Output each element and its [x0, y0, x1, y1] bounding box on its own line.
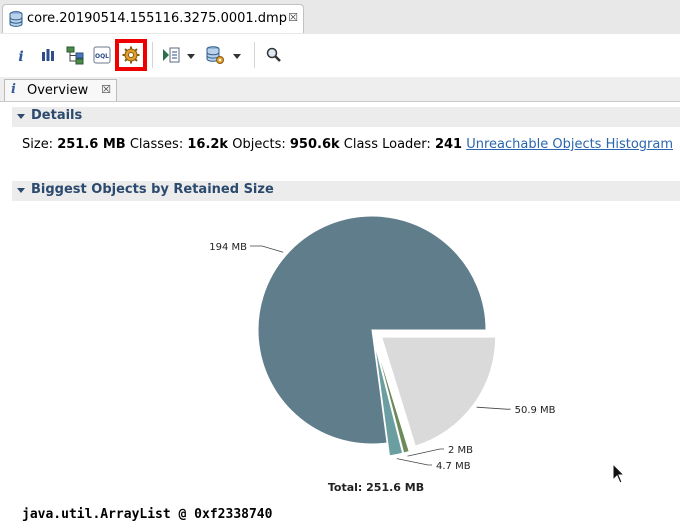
biggest-objects-title: Biggest Objects by Retained Size — [31, 182, 274, 197]
query-browser-dropdown-chevron-down-icon[interactable] — [232, 52, 242, 60]
heap-dump-database-icon — [9, 11, 23, 27]
svg-text:OQL: OQL — [95, 53, 109, 60]
dominator-tree-button[interactable] — [64, 44, 86, 66]
toolbar-separator — [152, 42, 153, 68]
tab-overview[interactable]: i Overview ☒ — [4, 79, 117, 101]
close-icon[interactable]: ☒ — [100, 84, 112, 96]
pie-slice-label-3: 4.7 MB — [436, 461, 471, 472]
retained-size-pie-chart: 194 MB 50.9 MB 2 MB 4.7 MB Total: 251.6 MB — [209, 215, 556, 494]
pie-leader-line-1 — [476, 406, 511, 410]
pie-slice-label-1: 50.9 MB — [515, 405, 556, 416]
unreachable-objects-histogram-link[interactable]: Unreachable Objects Histogram — [466, 137, 673, 152]
pie-leader-line-0 — [250, 245, 284, 253]
size-label: Size: — [22, 137, 54, 152]
biggest-objects-section-header[interactable]: Biggest Objects by Retained Size — [12, 181, 680, 201]
mouse-pointer-icon — [612, 463, 626, 484]
svg-text:i: i — [18, 49, 23, 65]
search-button[interactable] — [263, 44, 285, 66]
gear-cog-icon — [122, 46, 140, 64]
class-loader-value: 241 — [434, 137, 463, 152]
collapse-triangle-icon[interactable] — [17, 188, 25, 193]
details-section-header[interactable]: Details — [12, 107, 680, 127]
editor-tab-bar: core.20190514.155116.3275.0001.dmp ☒ — [0, 0, 680, 35]
classes-value: 16.2k — [187, 137, 229, 152]
heap-dump-toolbar: i OQL — [0, 34, 680, 76]
reports-button[interactable] — [160, 44, 182, 66]
oql-icon: OQL — [93, 46, 111, 64]
report-icon — [163, 47, 180, 63]
pie-leader-line-3 — [396, 458, 432, 466]
toolbar-separator — [254, 42, 255, 68]
objects-value: 950.6k — [289, 137, 340, 152]
class-loader-label: Class Loader: — [343, 137, 431, 152]
view-tab-bar: i Overview ☒ — [0, 77, 680, 102]
query-browser-button[interactable] — [204, 44, 226, 66]
bar-chart-icon — [42, 49, 54, 61]
editor-tab-title: core.20190514.155116.3275.0001.dmp — [27, 11, 287, 26]
info-icon: i — [11, 82, 16, 97]
pie-slice-label-0: 194 MB — [209, 242, 247, 253]
database-gear-icon — [206, 46, 224, 64]
objects-label: Objects: — [232, 137, 286, 152]
pie-slice-label-2: 2 MB — [448, 445, 473, 456]
size-value: 251.6 MB — [57, 137, 126, 152]
selected-object-label: java.util.ArrayList @ 0xf2338740 — [22, 507, 273, 522]
collapse-triangle-icon[interactable] — [17, 114, 25, 119]
details-summary: Size: 251.6 MB Classes: 16.2k Objects: 9… — [22, 137, 673, 152]
oql-button[interactable]: OQL — [91, 44, 113, 66]
close-icon[interactable]: ☒ — [287, 12, 299, 24]
classes-label: Classes: — [129, 137, 184, 152]
editor-tab-heap-dump[interactable]: core.20190514.155116.3275.0001.dmp ☒ — [2, 4, 304, 33]
details-title: Details — [31, 108, 83, 123]
histogram-button[interactable] — [37, 44, 59, 66]
info-icon: i — [18, 49, 23, 65]
dominator-tree-icon — [66, 46, 84, 65]
chart-total-label: Total: 251.6 MB — [328, 481, 424, 494]
reports-dropdown-chevron-down-icon[interactable] — [186, 52, 196, 60]
magnifier-icon — [266, 47, 281, 62]
pie-leader-line-2 — [407, 448, 444, 457]
tab-overview-label: Overview — [27, 83, 89, 98]
overview-button[interactable]: i — [10, 44, 32, 66]
heap-dump-details-button[interactable] — [120, 44, 142, 66]
